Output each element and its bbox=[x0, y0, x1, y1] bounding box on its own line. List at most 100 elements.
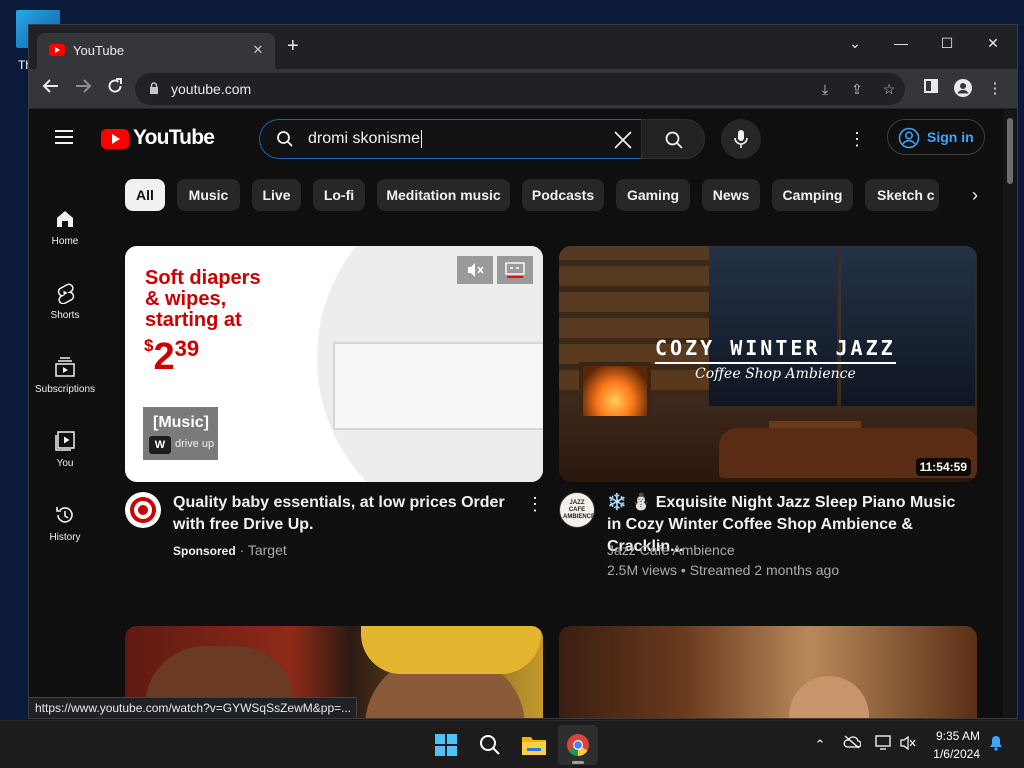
search-taskbar-button[interactable] bbox=[470, 725, 510, 765]
search-input[interactable]: dromi skonisme bbox=[308, 130, 423, 148]
page-scrollbar[interactable] bbox=[1003, 110, 1017, 718]
thumb4-cat bbox=[789, 676, 869, 718]
clear-search-icon[interactable] bbox=[611, 128, 635, 152]
chip-meditation-music[interactable]: Meditation music bbox=[377, 179, 510, 211]
ad-headline-line-3: starting at bbox=[145, 309, 242, 331]
search-box[interactable]: dromi skonisme bbox=[259, 119, 641, 159]
youtube-logo-icon[interactable] bbox=[101, 129, 129, 149]
chip-gaming[interactable]: Gaming bbox=[616, 179, 690, 211]
youtube-logo-text[interactable]: YouTube bbox=[133, 126, 215, 150]
closed-captions-icon bbox=[505, 262, 525, 278]
forward-button[interactable] bbox=[71, 77, 95, 101]
start-button[interactable] bbox=[426, 725, 466, 765]
chip-lofi[interactable]: Lo-fi bbox=[313, 179, 365, 211]
chip-news[interactable]: News bbox=[702, 179, 760, 211]
minimize-button[interactable]: — bbox=[879, 29, 923, 57]
sign-in-button[interactable]: Sign in bbox=[887, 119, 985, 155]
reload-button[interactable] bbox=[103, 77, 127, 101]
sponsored-label: Sponsored bbox=[173, 544, 236, 558]
clock-time[interactable]: 9:35 AM bbox=[928, 729, 980, 743]
thumb3-yellow-hat bbox=[361, 626, 541, 674]
microphone-icon bbox=[734, 130, 748, 148]
chip-all[interactable]: All bbox=[125, 179, 165, 211]
folder-icon bbox=[522, 737, 546, 755]
mute-button[interactable] bbox=[457, 256, 493, 284]
tab-youtube[interactable]: YouTube ✕ bbox=[37, 33, 275, 69]
chips-next-chevron-icon[interactable]: › bbox=[963, 183, 987, 207]
profile-icon[interactable] bbox=[953, 79, 973, 99]
search-icon bbox=[277, 131, 293, 147]
guide-item-shorts[interactable]: Shorts bbox=[29, 274, 101, 336]
ad-product-image bbox=[333, 342, 543, 430]
video-thumbnail[interactable]: COZY WINTER JAZZ Coffee Shop Ambience 11… bbox=[559, 246, 977, 482]
channel-name[interactable]: Jazz Cafe Ambience bbox=[607, 542, 735, 558]
thumb-window-left bbox=[709, 246, 839, 406]
share-icon[interactable]: ⇪ bbox=[847, 79, 867, 99]
channel-avatar-text: JAZZ CAFE AMBIENCE bbox=[563, 500, 595, 520]
chrome-icon bbox=[567, 734, 589, 756]
show-hidden-icons-chevron-icon[interactable]: ⌃ bbox=[810, 735, 830, 755]
target-logo-icon bbox=[126, 493, 160, 527]
captions-button[interactable] bbox=[497, 256, 533, 284]
reload-icon bbox=[108, 78, 122, 93]
lock-icon bbox=[150, 82, 158, 94]
volume-muted-icon[interactable] bbox=[898, 735, 918, 755]
install-app-icon[interactable]: ⤓ bbox=[815, 79, 835, 99]
bookmark-star-icon[interactable]: ☆ bbox=[879, 79, 899, 99]
search-icon bbox=[480, 735, 500, 755]
guide-item-history[interactable]: History bbox=[29, 496, 101, 558]
ad-more-icon[interactable]: ⋮ bbox=[525, 494, 545, 516]
network-icon[interactable] bbox=[874, 735, 894, 755]
guide-menu-icon[interactable] bbox=[55, 130, 73, 144]
video-thumbnail-row2-right[interactable] bbox=[559, 626, 977, 718]
jazz-cafe-channel-avatar[interactable]: JAZZ CAFE AMBIENCE bbox=[559, 492, 595, 528]
address-bar[interactable]: youtube.com ⤓ ⇪ ☆ bbox=[135, 73, 905, 105]
guide-item-subscriptions[interactable]: Subscriptions bbox=[29, 348, 101, 410]
guide-item-you[interactable]: You bbox=[29, 422, 101, 484]
close-window-button[interactable]: ✕ bbox=[971, 29, 1015, 57]
ad-price-main: 2 bbox=[153, 336, 175, 378]
back-button[interactable] bbox=[39, 77, 63, 101]
subscriptions-icon bbox=[55, 357, 75, 377]
windows-logo-icon bbox=[435, 734, 457, 756]
maximize-button[interactable]: ☐ bbox=[925, 29, 969, 57]
home-icon bbox=[57, 211, 73, 227]
chrome-menu-icon[interactable]: ⋮ bbox=[985, 79, 1005, 99]
account-icon bbox=[898, 127, 920, 149]
history-icon bbox=[56, 507, 73, 523]
text-caret bbox=[421, 130, 423, 148]
side-panel-icon[interactable] bbox=[921, 79, 941, 99]
active-app-indicator bbox=[572, 761, 584, 764]
tab-close-icon[interactable]: ✕ bbox=[249, 42, 267, 58]
ad-thumbnail[interactable]: Soft diapers & wipes, starting at $239 [… bbox=[125, 246, 543, 482]
scrollbar-thumb[interactable] bbox=[1007, 118, 1013, 184]
chip-camping[interactable]: Camping bbox=[772, 179, 853, 211]
advertiser-name: · Target bbox=[239, 542, 287, 558]
ad-title[interactable]: Quality baby essentials, at low prices O… bbox=[173, 492, 519, 536]
browser-window: YouTube ✕ + ⌄ — ☐ ✕ youtube.com ⤓ ⇪ ☆ ⋮ … bbox=[28, 24, 1018, 719]
ad-meta: Sponsored · Target bbox=[173, 542, 287, 558]
ad-price: $239 bbox=[144, 336, 199, 379]
notification-bell-icon[interactable] bbox=[986, 735, 1006, 755]
clock-date[interactable]: 1/6/2024 bbox=[928, 747, 980, 761]
file-explorer-button[interactable] bbox=[514, 725, 554, 765]
chrome-taskbar-button[interactable] bbox=[558, 725, 598, 765]
youtube-favicon-icon bbox=[49, 44, 65, 56]
onedrive-icon[interactable] bbox=[842, 735, 862, 755]
voice-search-button[interactable] bbox=[721, 119, 761, 159]
chip-live[interactable]: Live bbox=[252, 179, 301, 211]
link-status-bubble: https://www.youtube.com/watch?v=GYWSqSsZ… bbox=[29, 697, 357, 718]
thumbnail-title-text: COZY WINTER JAZZ bbox=[655, 336, 896, 364]
new-tab-button[interactable]: + bbox=[287, 36, 299, 56]
search-input-value: dromi skonisme bbox=[308, 130, 421, 148]
target-channel-avatar[interactable] bbox=[125, 492, 161, 528]
chip-podcasts[interactable]: Podcasts bbox=[522, 179, 604, 211]
guide-label-subscriptions: Subscriptions bbox=[34, 384, 96, 395]
tab-search-chevron-icon[interactable]: ⌄ bbox=[833, 29, 877, 57]
sign-in-label: Sign in bbox=[927, 129, 974, 145]
settings-more-icon[interactable]: ⋮ bbox=[845, 128, 869, 152]
guide-item-home[interactable]: Home bbox=[29, 200, 101, 262]
search-button[interactable] bbox=[641, 119, 705, 159]
chip-music[interactable]: Music bbox=[177, 179, 240, 211]
chip-sketch-comedy[interactable]: Sketch c bbox=[865, 179, 939, 211]
